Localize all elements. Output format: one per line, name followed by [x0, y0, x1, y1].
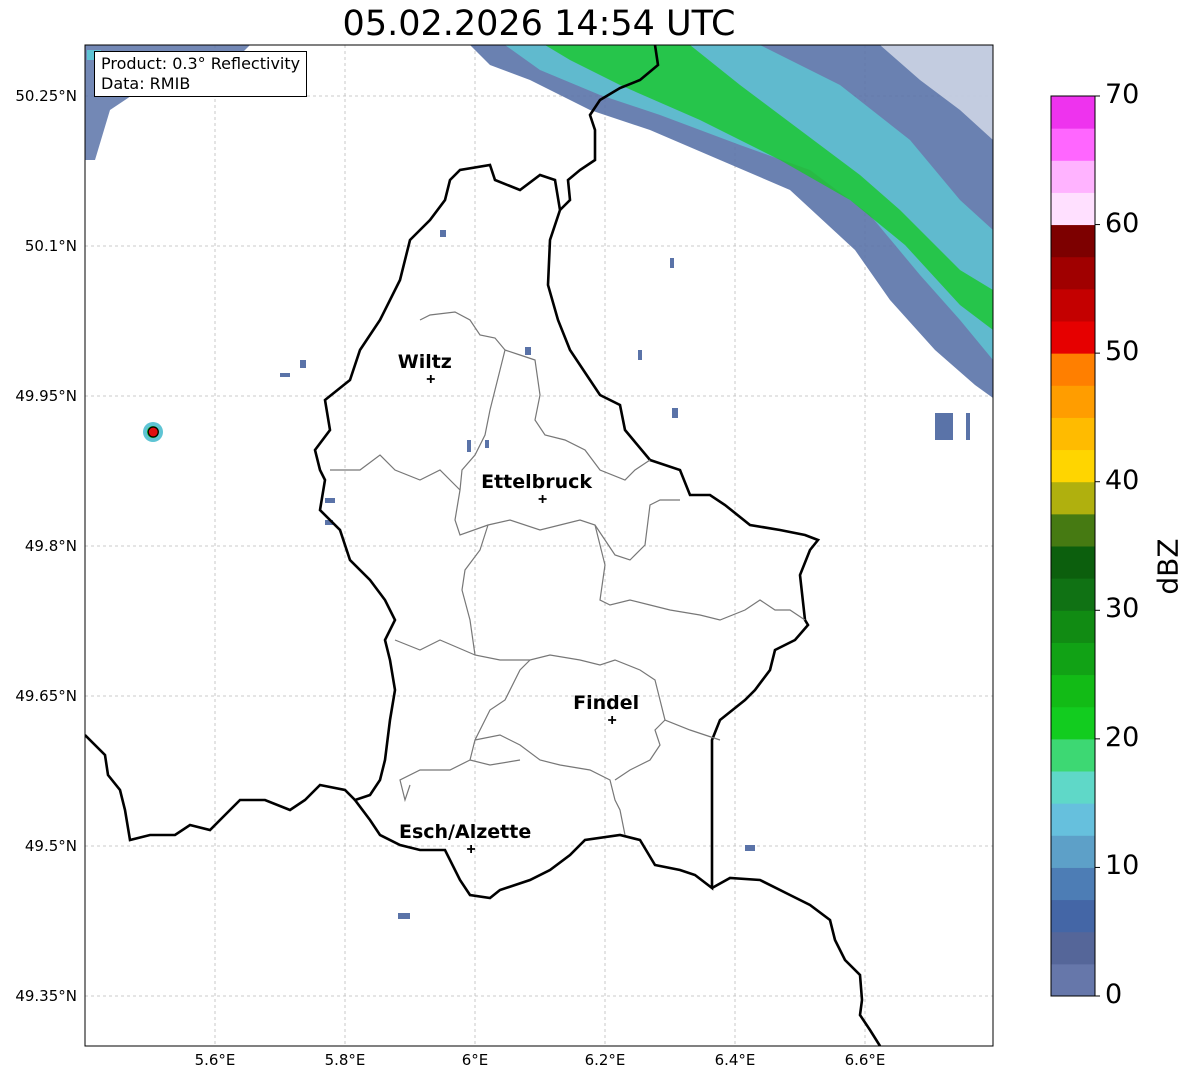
colorbar: [1050, 95, 1100, 997]
data-source-label: Data: RMIB: [101, 74, 191, 93]
colorbar-segment: [1051, 963, 1095, 997]
product-info-box: Product: 0.3° Reflectivity Data: RMIB: [94, 51, 308, 97]
colorbar-segment: [1051, 449, 1095, 483]
lat-tick-label: 49.35°N: [15, 987, 77, 1005]
city-label: Findel: [573, 692, 640, 714]
colorbar-segment: [1051, 353, 1095, 386]
city-label: Esch/Alzette: [398, 821, 532, 843]
colorbar-tick-label: 0: [1105, 979, 1123, 1010]
lon-tick-label: 6°E: [461, 1051, 489, 1069]
lon-tick-label: 6.4°E: [714, 1051, 756, 1069]
colorbar-segment: [1051, 674, 1095, 708]
colorbar-segment: [1051, 931, 1095, 965]
colorbar-segment: [1051, 385, 1095, 418]
colorbar-tick-label: 60: [1105, 207, 1140, 239]
city-label: Ettelbruck: [481, 471, 593, 493]
lat-tick-label: 49.95°N: [15, 387, 77, 405]
colorbar-tick-label: 50: [1105, 336, 1140, 368]
colorbar-tick-label: 20: [1105, 721, 1140, 753]
colorbar-segment: [1051, 738, 1095, 772]
colorbar-segment: [1051, 642, 1095, 676]
lat-tick-label: 50.1°N: [24, 237, 77, 255]
colorbar-segment: [1051, 899, 1095, 933]
colorbar-segment: [1051, 256, 1095, 290]
lon-tick-label: 6.6°E: [844, 1051, 886, 1069]
colorbar-tick-label: 30: [1105, 593, 1140, 625]
radar-map: [84, 44, 1100, 1047]
city-label: Wiltz: [397, 351, 452, 373]
colorbar-segment: [1051, 771, 1095, 804]
colorbar-segment: [1051, 481, 1095, 515]
colorbar-segment: [1051, 803, 1095, 836]
colorbar-segment: [1051, 578, 1095, 611]
colorbar-segment: [1051, 288, 1095, 322]
colorbar-segment: [1051, 160, 1095, 193]
colorbar-title: dBZ: [1151, 538, 1184, 595]
colorbar-segment: [1051, 128, 1095, 161]
lat-tick-label: 49.65°N: [15, 687, 77, 705]
colorbar-tick-label: 70: [1105, 79, 1140, 110]
colorbar-segment: [1051, 706, 1095, 740]
lat-tick-label: 50.25°N: [15, 87, 77, 105]
colorbar-segment: [1051, 835, 1095, 868]
colorbar-segment: [1051, 192, 1095, 226]
colorbar-segment: [1051, 96, 1095, 129]
colorbar-segment: [1051, 321, 1095, 354]
lon-tick-label: 6.2°E: [584, 1051, 626, 1069]
product-label: Product: 0.3° Reflectivity: [101, 54, 301, 73]
colorbar-tick-label: 10: [1105, 850, 1140, 882]
colorbar-segment: [1051, 610, 1095, 643]
lon-tick-label: 5.6°E: [194, 1051, 236, 1069]
colorbar-segment: [1051, 546, 1095, 579]
radar-site-marker: [147, 426, 159, 438]
colorbar-tick-label: 40: [1105, 464, 1140, 496]
colorbar-segment: [1051, 513, 1095, 547]
colorbar-segment: [1051, 417, 1095, 451]
lat-tick-label: 49.8°N: [24, 537, 77, 555]
colorbar-segment: [1051, 224, 1095, 258]
lon-tick-label: 5.8°E: [324, 1051, 366, 1069]
lat-tick-label: 49.5°N: [24, 837, 77, 855]
colorbar-segment: [1051, 867, 1095, 901]
